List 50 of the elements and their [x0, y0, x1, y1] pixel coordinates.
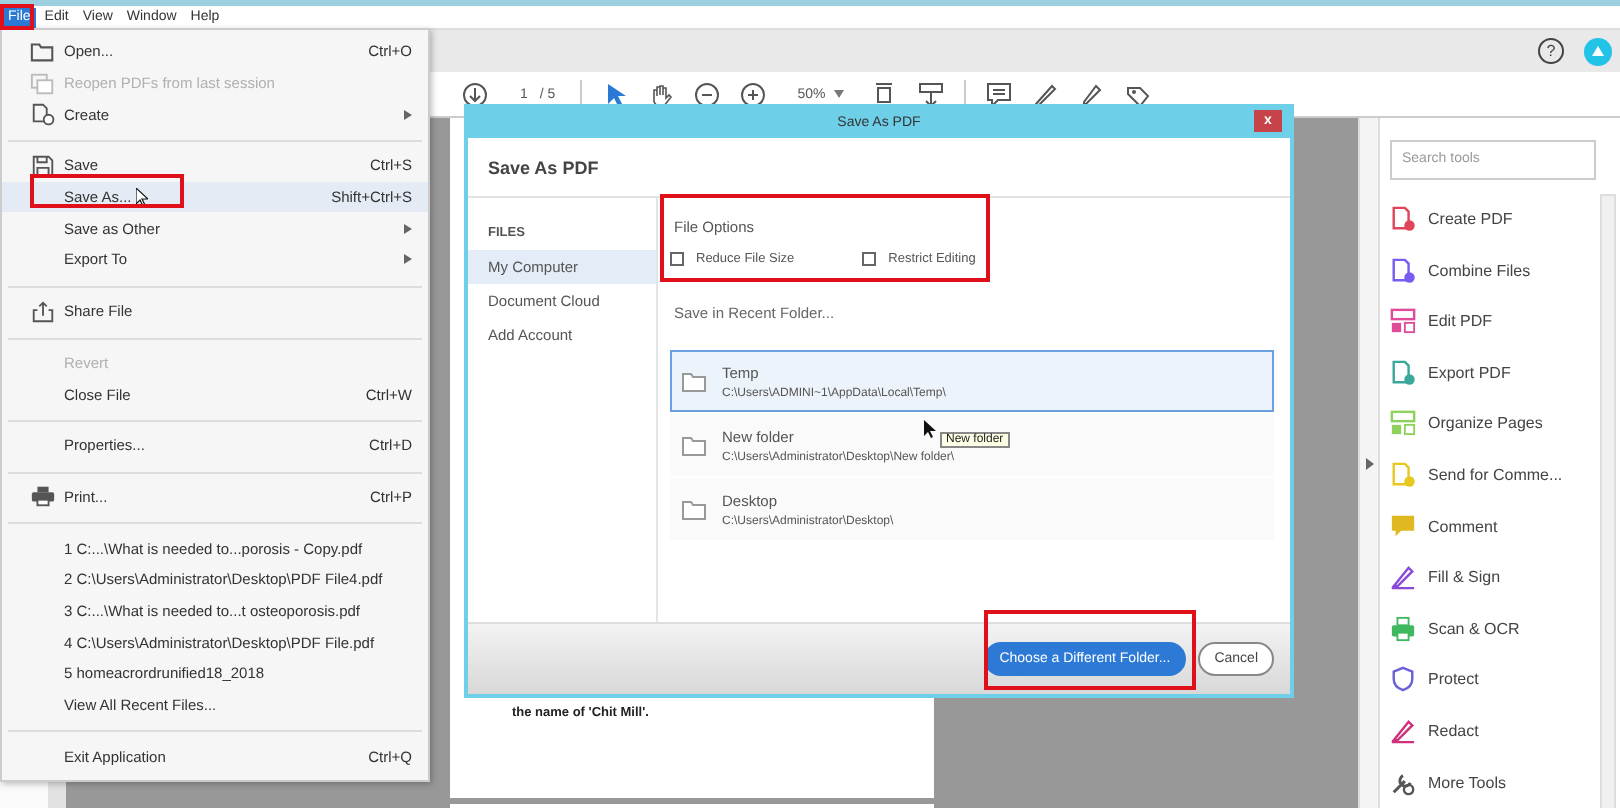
- scrollbar[interactable]: [1600, 194, 1616, 808]
- folder-icon: [682, 499, 706, 519]
- tool-item[interactable]: Organize Pages: [1390, 407, 1600, 440]
- zoom-in-icon[interactable]: [739, 81, 766, 107]
- help-button[interactable]: ?: [1538, 38, 1564, 64]
- tool-item[interactable]: Send for Comme...: [1390, 458, 1600, 491]
- folder-icon: [682, 371, 706, 391]
- speech-bubble-icon: [1390, 513, 1416, 540]
- mouse-pointer-icon: [136, 188, 148, 206]
- pen-icon: [1390, 564, 1416, 591]
- tool-item[interactable]: Export PDF: [1390, 356, 1600, 389]
- tool-item[interactable]: Fill & Sign: [1390, 561, 1600, 594]
- collapse-arrow-icon[interactable]: [1365, 458, 1373, 470]
- caret-icon[interactable]: [833, 90, 844, 98]
- download-icon[interactable]: [462, 81, 488, 107]
- document-icon: [1390, 257, 1416, 284]
- layout-icon: [1390, 410, 1416, 437]
- tool-item[interactable]: Create PDF: [1390, 203, 1600, 235]
- tool-item[interactable]: Redact: [1390, 714, 1600, 747]
- document-icon: [1390, 461, 1416, 488]
- layout-icon: [1390, 308, 1416, 335]
- checkbox[interactable]: [862, 252, 877, 266]
- document-icon: [1390, 206, 1416, 232]
- printer-icon: [1390, 615, 1416, 642]
- tool-item[interactable]: Combine Files: [1390, 254, 1600, 287]
- tool-item[interactable]: Comment: [1390, 510, 1600, 543]
- checkbox[interactable]: [670, 252, 684, 266]
- scroll-icon[interactable]: [917, 81, 944, 107]
- folder-icon: [682, 435, 706, 455]
- tool-item[interactable]: Protect: [1390, 663, 1600, 696]
- zoom-out-icon[interactable]: [693, 81, 720, 107]
- dialog-heading: Save As PDF: [468, 138, 1290, 198]
- highlight-frame: [0, 4, 34, 30]
- pen-icon[interactable]: [1031, 81, 1058, 107]
- comment-icon[interactable]: [985, 81, 1012, 107]
- wrench-icon: [1390, 769, 1416, 796]
- documents-icon: [30, 71, 56, 96]
- share-icon: [30, 299, 56, 324]
- fit-page-icon[interactable]: [871, 81, 898, 107]
- shield-icon: [1390, 666, 1416, 693]
- tool-item[interactable]: More Tools: [1390, 766, 1600, 799]
- mouse-pointer-icon: [924, 420, 936, 438]
- tool-item[interactable]: Edit PDF: [1390, 305, 1600, 338]
- document-icon: [30, 102, 56, 127]
- printer-icon: [30, 484, 56, 509]
- hand-icon[interactable]: [647, 81, 674, 107]
- document-icon: [1390, 359, 1416, 386]
- pen-icon: [1390, 717, 1416, 744]
- tool-item[interactable]: Scan & OCR: [1390, 612, 1600, 645]
- folder-icon: [30, 39, 56, 64]
